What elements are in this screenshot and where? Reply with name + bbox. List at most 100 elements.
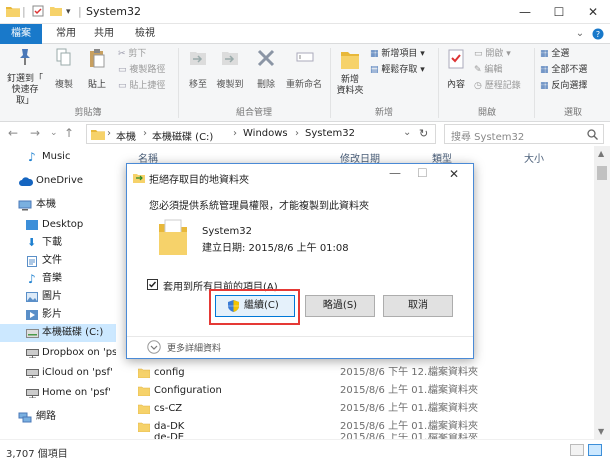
nav-item-music-library[interactable]: ♪ 音樂 [0,270,116,288]
address-bar[interactable]: › 本機 › 本機磁碟 (C:) › Windows › System32 ⌄ … [86,124,436,144]
new-item-button[interactable]: ▦ 新增項目 ▾ [370,49,436,60]
nav-item-desktop[interactable]: Desktop [0,216,116,234]
skip-button[interactable]: 略過(S) [305,295,375,317]
open-button[interactable]: ▭ 開啟 ▾ [474,49,532,60]
scissors-icon: ✂ [118,49,129,59]
tab-share[interactable]: 共用 [88,24,120,44]
breadcrumb-local-disk[interactable]: 本機磁碟 (C:) [152,128,213,143]
nav-item-documents[interactable]: 文件 [0,252,116,270]
nav-item-label: OneDrive [36,175,84,186]
chevron-down-circle-icon[interactable] [147,340,161,354]
large-icons-view-icon[interactable] [588,444,602,456]
breadcrumb-separator: › [233,128,237,139]
nav-item-videos[interactable]: 影片 [0,306,116,324]
nav-item-downloads[interactable]: ⬇ 下載 [0,234,116,252]
nav-item-network[interactable]: 網路 [0,408,116,426]
nav-item-home-psf[interactable]: Home on 'psf' [0,384,116,402]
ribbon-separator [534,48,535,118]
network-icon [18,412,32,423]
more-details-link[interactable]: 更多詳細資料 [167,341,221,354]
tab-view[interactable]: 檢視 [128,24,162,44]
nav-item-pictures[interactable]: 圖片 [0,288,116,306]
navigation-pane: ♪ Music OneDrive 本機 Desktop ⬇ 下載 文件 ♪ 音樂… [0,146,116,439]
nav-item-label: 本機磁碟 (C:) [42,327,104,338]
breadcrumb-this-pc[interactable]: 本機 [116,128,136,143]
maximize-button[interactable]: ☐ [542,0,576,24]
copy-icon [56,48,71,66]
nav-item-onedrive[interactable]: OneDrive [0,172,116,190]
tab-file[interactable]: 檔案 [0,24,42,44]
paste-icon [90,49,105,68]
search-icon[interactable] [587,129,598,140]
dialog-minimize-button[interactable]: — [389,166,401,180]
refresh-icon[interactable]: ↻ [419,127,428,140]
nav-item-this-pc[interactable]: 本機 [0,196,116,214]
invert-selection-button[interactable]: ▦ 反向選擇 [540,81,606,92]
cut-label: 剪下 [128,49,147,59]
dialog-maximize-button[interactable]: ☐ [417,166,428,180]
copy-path-button[interactable]: ▭ 複製路徑 [118,65,178,76]
nav-item-music[interactable]: ♪ Music [0,148,116,166]
nav-item-label: 圖片 [42,291,62,302]
address-dropdown-icon[interactable]: ⌄ [403,127,411,138]
invert-selection-icon: ▦ [540,81,552,91]
details-view-icon[interactable] [570,444,584,456]
dialog-close-button[interactable]: ✕ [449,167,459,181]
dialog-folder-created: 建立日期: 2015/8/6 上午 01:08 [202,243,349,254]
folder-icon [138,368,150,378]
apply-to-all-checkbox[interactable] [147,279,158,290]
nav-item-label: Music [42,151,71,162]
ribbon-collapse-icon[interactable]: ⌄ [572,24,588,44]
table-row[interactable]: cs-CZ 2015/8/6 上午 01... 檔案資料夾 [122,400,602,418]
breadcrumb-windows[interactable]: Windows [243,128,288,139]
divider: | [22,5,26,18]
video-icon [26,310,38,320]
new-folder-icon[interactable] [50,5,62,19]
nav-item-dropbox-psf[interactable]: Dropbox on 'psf' [0,344,116,362]
vertical-scrollbar[interactable]: ▲ ▼ [594,146,610,439]
paste-shortcut-button[interactable]: ▭ 貼上捷徑 [118,81,178,92]
easy-access-button[interactable]: ▤ 輕鬆存取 ▾ [370,65,436,76]
properties-icon[interactable] [32,5,44,19]
nav-item-label: iCloud on 'psf' [42,367,113,378]
nav-item-icloud-psf[interactable]: iCloud on 'psf' [0,364,116,382]
search-input[interactable]: 搜尋 System32 [451,128,524,143]
help-icon[interactable]: ? [590,24,606,44]
copy-path-label: 複製路徑 [129,65,166,75]
forward-arrow-icon[interactable]: → [30,126,40,140]
cancel-button[interactable]: 取消 [383,295,453,317]
nav-item-label: 本機 [36,199,56,210]
chevron-down-icon[interactable]: ▾ [66,5,71,19]
scroll-up-icon[interactable]: ▲ [598,149,604,158]
minimize-button[interactable]: — [508,0,542,24]
nav-item-label: Dropbox on 'psf' [42,347,116,358]
column-header-size[interactable]: 大小 [524,150,544,165]
table-row[interactable]: config 2015/8/6 下午 12... 檔案資料夾 [122,364,602,382]
tab-home[interactable]: 常用 [50,24,82,44]
continue-button[interactable]: 繼續(C) [215,295,295,317]
select-none-button[interactable]: ▦ 全部不選 [540,65,606,76]
invert-selection-label: 反向選擇 [551,81,588,91]
table-row[interactable]: Configuration 2015/8/6 上午 01... 檔案資料夾 [122,382,602,400]
scroll-down-icon[interactable]: ▼ [598,427,604,436]
dialog-message: 您必須提供系統管理員權限，才能複製到此資料夾 [149,201,369,212]
open-icon: ▭ [474,49,486,59]
history-button[interactable]: ◷ 歷程記錄 [474,81,532,92]
cut-button[interactable]: ✂ 剪下 [118,49,178,60]
edit-button[interactable]: ✎ 編輯 [474,65,532,76]
dialog-title: 拒絕存取目的地資料夾 [149,175,249,186]
open-label: 開啟 ▾ [485,49,511,59]
checkmark-icon [149,281,157,288]
scrollbar-thumb[interactable] [597,166,607,180]
easy-access-label: 輕鬆存取 ▾ [381,65,425,75]
nav-item-local-disk[interactable]: 本機磁碟 (C:) [0,324,116,342]
breadcrumb-separator: › [295,128,299,139]
breadcrumb-system32[interactable]: System32 [305,128,355,139]
back-arrow-icon[interactable]: ← [8,126,18,140]
up-arrow-icon[interactable]: ↑ [64,126,74,140]
select-all-button[interactable]: ▦ 全選 [540,49,606,60]
search-box[interactable]: 搜尋 System32 [444,124,604,144]
recent-locations-chevron-icon[interactable]: ⌄ [50,128,58,138]
close-button[interactable]: ✕ [576,0,610,24]
new-item-label: 新增項目 ▾ [381,49,425,59]
